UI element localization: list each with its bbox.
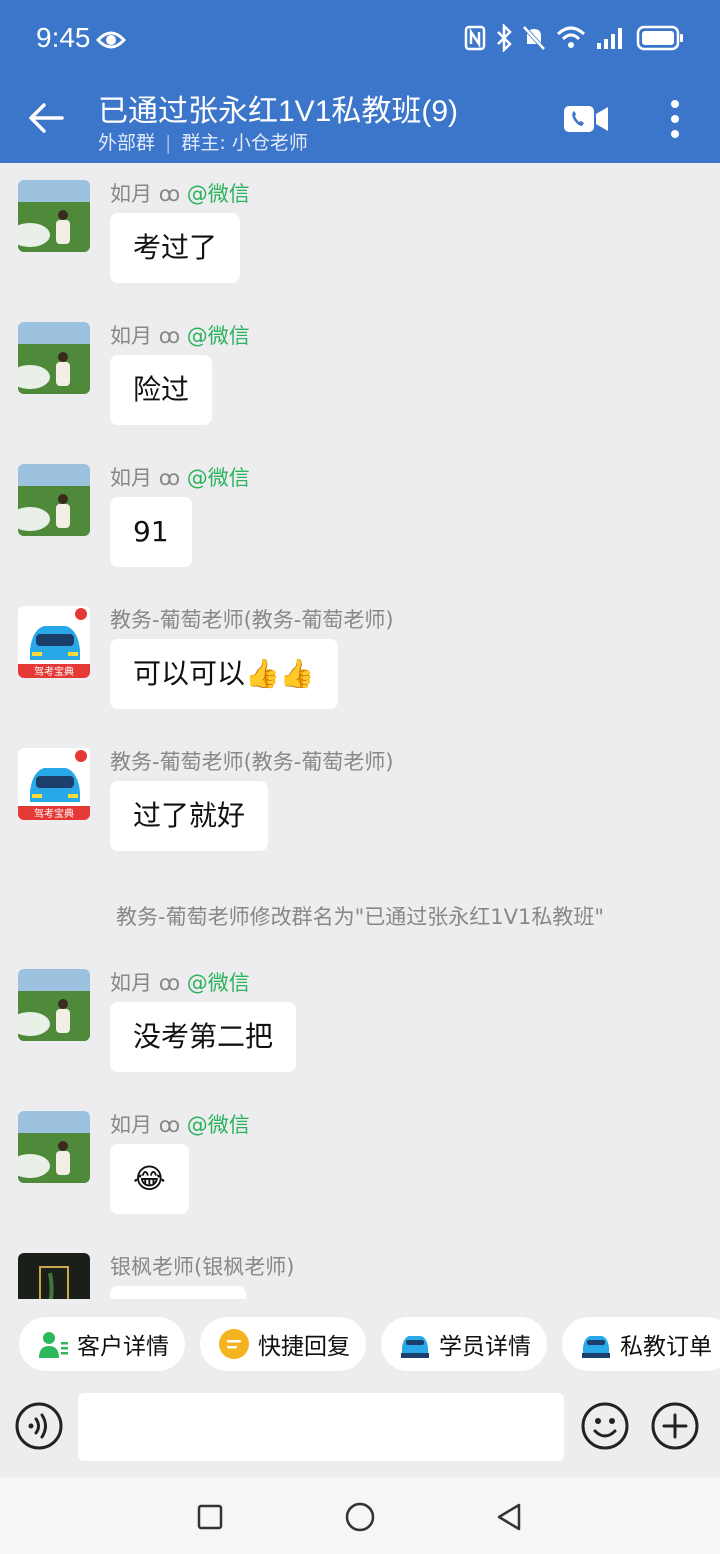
chat-header: 已通过张永红1V1私教班(9) 外部群 | 群主: 小仓老师 [0,80,720,163]
system-navigation-bar [0,1477,720,1554]
wechat-source-tag: @微信 [186,466,250,490]
bluetooth-icon [497,24,512,52]
message-sender: 如月 ꝏ @微信 [110,466,250,490]
plus-icon[interactable] [651,1402,699,1450]
home-icon[interactable] [345,1502,375,1532]
customer-details-button[interactable]: 客户详情 [19,1317,185,1371]
car-icon [399,1328,431,1360]
group-owner-label: 群主: 小仓老师 [181,132,308,154]
app-logo-text: 驾考宝典 [34,665,74,678]
message-sender: 如月 ꝏ @微信 [110,324,250,348]
message-sender: 教务-葡萄老师(教务-葡萄老师) [110,608,394,632]
message-sender: 如月 ꝏ @微信 [110,971,250,995]
quick-action-bar: 客户详情 快捷回复 学员详情 私教订单 [0,1299,720,1389]
avatar[interactable] [18,464,90,536]
system-notice: 教务-葡萄老师修改群名为"已通过张永红1V1私教班" [116,905,604,929]
avatar[interactable] [18,180,90,252]
private-order-button[interactable]: 私教订单 [562,1317,720,1371]
quick-action-label: 快捷回复 [258,1334,350,1360]
app-header: 9:45 已通过张永红1V1私教班(9) 外部群 | 群主: 小仓老师 [0,0,720,163]
back-nav-icon[interactable] [495,1502,523,1532]
user-detail-icon [37,1328,69,1360]
app-logo-text: 驾考宝典 [34,807,74,820]
status-bar: 9:45 [0,0,720,80]
chat-title[interactable]: 已通过张永红1V1私教班(9) [98,86,458,130]
mute-bell-icon [522,25,546,51]
video-call-icon[interactable] [563,98,609,138]
message-bubble[interactable] [110,1286,246,1299]
group-type-label: 外部群 [98,132,156,154]
car-icon [580,1328,612,1360]
wechat-source-tag: @微信 [186,182,250,206]
wechat-source-tag: @微信 [186,971,250,995]
message-sender: 如月 ꝏ @微信 [110,182,250,206]
thumbs-up-emoji: 👍 [245,657,280,690]
message-bubble[interactable]: 91 [110,497,192,567]
message-bubble[interactable]: 可以可以👍👍 [110,639,338,709]
quick-reply-button[interactable]: 快捷回复 [200,1317,366,1371]
message-bubble[interactable]: 考过了 [110,213,241,283]
avatar[interactable] [18,322,90,394]
avatar[interactable] [18,1111,90,1183]
message-sender: 教务-葡萄老师(教务-葡萄老师) [110,750,394,774]
status-time: 9:45 [36,22,91,53]
battery-icon [636,25,683,51]
quick-action-label: 私教订单 [620,1334,712,1360]
message-sender: 银枫老师(银枫老师) [110,1255,295,1279]
wechat-source-tag: @微信 [186,324,250,348]
voice-input-icon[interactable] [15,1402,63,1450]
thumbs-up-emoji: 👍 [279,657,315,690]
emoji-picker-icon[interactable] [581,1402,629,1450]
avatar[interactable]: 驾考宝典 [18,606,90,678]
chat-subtitle: 外部群 | 群主: 小仓老师 [98,132,308,154]
message-list[interactable]: 如月 ꝏ @微信 考过了 如月 ꝏ @微信 险过 如月 ꝏ @微信 91 驾考宝… [0,163,720,1299]
avatar[interactable]: 驾考宝典 [18,748,90,820]
student-details-button[interactable]: 学员详情 [381,1317,547,1371]
message-bubble[interactable]: 过了就好 [110,781,269,851]
message-bubble[interactable]: 没考第二把 [110,1002,297,1072]
message-bubble[interactable]: 险过 [110,355,213,425]
status-icons [464,24,684,52]
message-sender: 如月 ꝏ @微信 [110,1113,250,1137]
recent-apps-icon[interactable] [197,1504,223,1530]
message-input-bar [0,1389,720,1477]
back-arrow-icon[interactable] [26,98,66,138]
quick-reply-icon [218,1328,250,1360]
quick-action-label: 学员详情 [439,1334,531,1360]
nfc-icon [464,25,486,51]
message-text-input[interactable] [78,1393,564,1461]
wifi-icon [556,26,586,48]
signal-icon [597,28,622,49]
quick-action-label: 客户详情 [77,1334,169,1360]
wechat-source-tag: @微信 [186,1113,250,1137]
avatar[interactable] [18,1253,90,1299]
avatar[interactable] [18,969,90,1041]
more-options-icon[interactable] [664,100,686,140]
eye-icon [96,31,126,49]
message-bubble[interactable]: 😂 [110,1144,189,1214]
tears-of-joy-emoji: 😂 [133,1162,166,1195]
